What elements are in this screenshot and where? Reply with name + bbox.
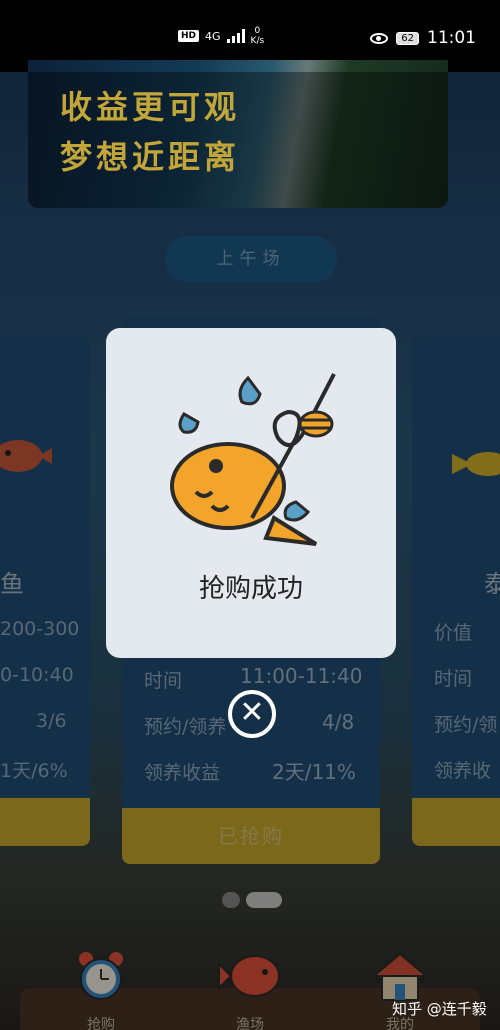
banner-line-1: 收益更可观 (60, 88, 241, 126)
status-left: HD 4G 0 K/s (178, 26, 264, 46)
close-icon[interactable]: ✕ (228, 690, 276, 738)
clock: 11:01 (427, 28, 476, 48)
signal-icon (226, 29, 245, 43)
watermark: 知乎 @连千毅 (392, 1000, 487, 1018)
speed-unit: K/s (250, 36, 265, 46)
dialog-title: 抢购成功 (198, 574, 303, 604)
hd-badge: HD (178, 30, 200, 42)
speed-value: 0 (254, 26, 261, 36)
network-speed: 0 K/s (251, 26, 265, 46)
success-dialog: 抢购成功 (106, 328, 396, 658)
banner-line-2: 梦想近距离 (60, 138, 241, 176)
status-right: 62 11:01 (370, 28, 476, 48)
eye-icon (370, 32, 389, 44)
fish-hook-icon (170, 373, 336, 546)
network-type: 4G (205, 29, 221, 43)
battery-icon: 62 (396, 31, 419, 45)
